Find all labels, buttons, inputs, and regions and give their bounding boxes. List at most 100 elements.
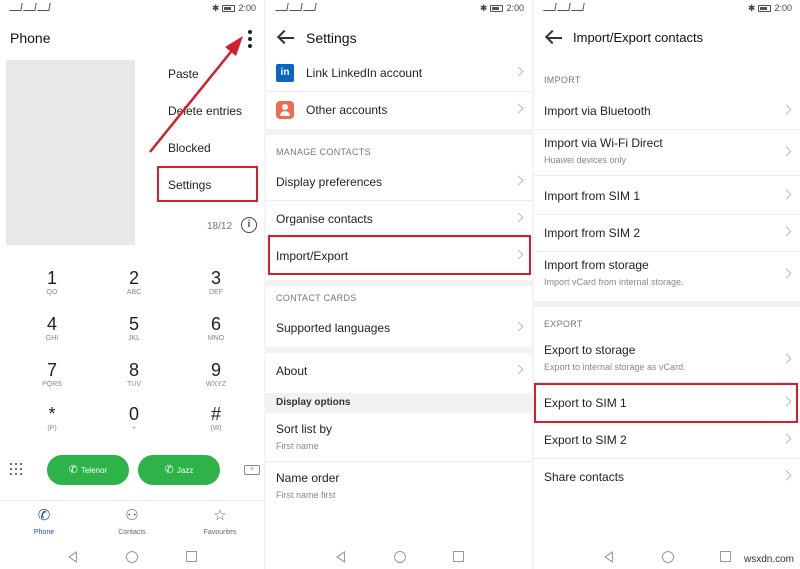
app-bar: Import/Export contacts (534, 22, 800, 54)
nav-contacts[interactable]: ⚇ Contacts (88, 507, 176, 536)
export-to-sim2-row[interactable]: Export to SIM 2 (534, 422, 800, 459)
key-6[interactable]: 6 MNO (172, 314, 260, 360)
home-nav-icon[interactable] (662, 551, 674, 563)
back-nav-icon[interactable] (604, 551, 613, 563)
status-bar: ✱ 2:00 (534, 0, 800, 18)
settings-highlight-box (157, 166, 258, 202)
page-title: Phone (10, 30, 51, 46)
link-linkedin-row[interactable]: in Link LinkedIn account (266, 55, 532, 92)
battery-icon (490, 5, 504, 12)
chevron-right-icon (781, 433, 792, 444)
sort-list-by-row[interactable]: Sort list by First name (266, 416, 532, 462)
chevron-right-icon (781, 146, 792, 157)
nav-phone[interactable]: ✆ Phone (0, 507, 88, 536)
chevron-right-icon (513, 364, 524, 375)
key-0[interactable]: 0 + (90, 404, 178, 450)
name-order-row[interactable]: Name order First name first (266, 465, 532, 511)
import-from-sim2-row[interactable]: Import from SIM 2 (534, 215, 800, 252)
menu-item-delete-entries[interactable]: Delete entries (160, 93, 260, 130)
key-hash[interactable]: # (W) (172, 404, 260, 450)
bottom-nav: ✆ Phone ⚇ Contacts ☆ Favourites (0, 500, 264, 545)
page-title: Settings (306, 30, 357, 46)
key-3[interactable]: 3 DEF (172, 268, 260, 314)
signal-icon (9, 3, 52, 13)
other-accounts-row[interactable]: Other accounts (266, 92, 532, 129)
section-header-cards: CONTACT CARDS (276, 293, 357, 303)
key-4[interactable]: 4 GHI (8, 314, 96, 360)
section-header-export: EXPORT (544, 319, 583, 329)
organise-contacts-row[interactable]: Organise contacts (266, 201, 532, 238)
recents-nav-icon[interactable] (720, 551, 731, 562)
settings-screen: ✱ 2:00 Settings in Link LinkedIn account … (266, 0, 532, 569)
call-jazz-button[interactable]: ✆ Jazz (138, 455, 220, 485)
key-9[interactable]: 9 WXYZ (172, 360, 260, 406)
more-options-icon[interactable] (246, 30, 254, 48)
key-5[interactable]: 5 JKL (90, 314, 178, 360)
phone-screen: ✱ 2:00 Phone Paste Delete entries Blocked… (0, 0, 264, 569)
status-bar: ✱ 2:00 (0, 0, 264, 18)
chevron-right-icon (781, 268, 792, 279)
import-via-wifi-row[interactable]: Import via Wi-Fi Direct Huawei devices on… (534, 130, 800, 176)
bluetooth-icon: ✱ (211, 3, 220, 13)
date-readout: 18/12 (207, 221, 233, 232)
supported-languages-row[interactable]: Supported languages (266, 310, 532, 347)
signal-icon (275, 3, 318, 13)
key-1[interactable]: 1 QO (8, 268, 96, 314)
import-export-highlight-box (268, 235, 531, 275)
call-telenor-button[interactable]: ✆ Telenor (47, 455, 129, 485)
recents-nav-icon[interactable] (186, 551, 197, 562)
contact-preview (6, 60, 135, 245)
chevron-right-icon (781, 104, 792, 115)
key-2[interactable]: 2 ABC (90, 268, 178, 314)
section-divider (266, 129, 532, 135)
signal-icon (543, 3, 586, 13)
menu-item-blocked[interactable]: Blocked (160, 130, 260, 167)
back-nav-icon[interactable] (68, 551, 77, 563)
watermark: wsxdn.com (743, 554, 794, 565)
chevron-right-icon (513, 66, 524, 77)
display-options-band: Display options (266, 393, 532, 413)
backspace-icon[interactable]: × (244, 465, 260, 475)
chevron-right-icon (781, 189, 792, 200)
account-icon (276, 101, 294, 119)
contacts-icon: ⚇ (125, 507, 139, 524)
clock: 2:00 (238, 3, 256, 13)
back-arrow-icon[interactable] (276, 28, 298, 48)
home-nav-icon[interactable] (126, 551, 138, 563)
key-7[interactable]: 7 PQRS (8, 360, 96, 406)
chevron-right-icon (513, 103, 524, 114)
bluetooth-icon: ✱ (479, 3, 488, 13)
back-nav-icon[interactable] (336, 551, 345, 563)
nav-favourites[interactable]: ☆ Favourites (176, 507, 264, 536)
call-row: ✆ Telenor ✆ Jazz × (0, 452, 264, 488)
section-header-import: IMPORT (544, 75, 581, 85)
dialpad-grid-icon[interactable] (10, 463, 22, 475)
recents-nav-icon[interactable] (453, 551, 464, 562)
app-bar: Settings (266, 22, 532, 54)
info-icon[interactable]: i (241, 217, 257, 233)
chevron-right-icon (513, 175, 524, 186)
app-bar: Phone (0, 22, 264, 54)
menu-item-paste[interactable]: Paste (160, 56, 260, 93)
key-star[interactable]: * (P) (8, 404, 96, 450)
phone-icon: ✆ (68, 464, 78, 476)
export-to-storage-row[interactable]: Export to storage Export to internal stor… (534, 337, 800, 383)
back-arrow-icon[interactable] (544, 28, 566, 48)
star-icon: ☆ (213, 507, 227, 524)
import-from-sim1-row[interactable]: Import from SIM 1 (534, 178, 800, 215)
key-8[interactable]: 8 TUV (90, 360, 178, 406)
bluetooth-icon: ✱ (747, 3, 756, 13)
linkedin-icon: in (276, 64, 294, 82)
section-divider (266, 280, 532, 286)
chevron-right-icon (781, 470, 792, 481)
system-nav (0, 545, 264, 569)
about-row[interactable]: About (266, 353, 532, 390)
import-via-bluetooth-row[interactable]: Import via Bluetooth (534, 93, 800, 130)
status-bar: ✱ 2:00 (266, 0, 532, 18)
import-from-storage-row[interactable]: Import from storage Import vCard from int… (534, 252, 800, 298)
display-preferences-row[interactable]: Display preferences (266, 164, 532, 201)
battery-icon (222, 5, 236, 12)
home-nav-icon[interactable] (394, 551, 406, 563)
share-contacts-row[interactable]: Share contacts (534, 459, 800, 496)
battery-icon (758, 5, 772, 12)
